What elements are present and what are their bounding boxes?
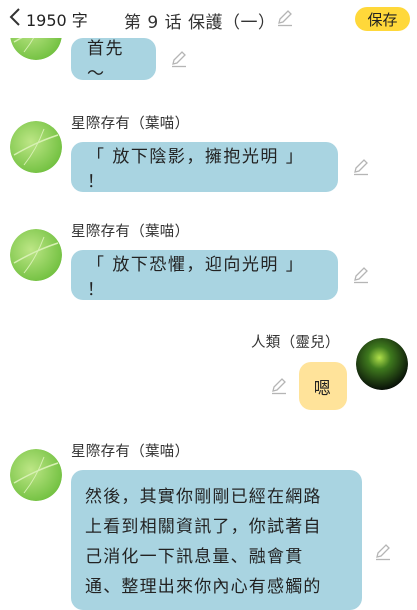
top-bar: 1950 字 第 9 话 保護（一） 保存 [0,0,417,38]
message-bubble[interactable]: 然後，其實你剛剛已經在網路 上看到相關資訊了，你試著自 己消化一下訊息量、融會貫… [71,470,362,610]
pencil-icon[interactable] [374,543,392,561]
message-line: 然後，其實你剛剛已經在網路 [85,487,322,507]
message-text: 「 放下恐懼，迎向光明 」 ！ [87,255,305,300]
save-button[interactable]: 保存 [355,7,410,31]
sender-name: 星際存有（葉喵） [71,444,190,460]
sender-name: 星際存有（葉喵） [71,116,190,132]
pencil-icon[interactable] [270,377,288,395]
chapter-title[interactable]: 第 9 话 保護（一） [124,8,276,33]
avatar[interactable] [10,449,62,501]
message-bubble[interactable]: 嗯 [299,362,347,410]
message-text: 嗯 [313,378,333,399]
chevron-left-icon [8,7,22,31]
word-count: 1950 字 [26,11,88,30]
message-line: 上看到相關資訊了，你試著自 [85,517,322,537]
sender-name: 星際存有（葉喵） [71,224,190,240]
message-text: 首先～ [87,39,124,84]
message-line: 己消化一下訊息量、融會貫 [85,547,304,567]
message-bubble[interactable]: 「 放下恐懼，迎向光明 」 ！ [71,250,338,300]
pencil-icon[interactable] [276,9,294,27]
pencil-icon[interactable] [352,266,370,284]
message-bubble[interactable]: 「 放下陰影，擁抱光明 」 ！ [71,142,338,192]
avatar[interactable] [10,121,62,173]
avatar[interactable] [356,338,408,390]
back-button[interactable]: 1950 字 [8,7,88,31]
pencil-icon[interactable] [170,50,188,68]
sender-name: 人類（靈兒） [251,335,340,351]
message-line: 通、整理出來你內心有感觸的 [85,577,322,597]
avatar[interactable] [10,229,62,281]
message-bubble[interactable]: 首先～ [71,38,156,84]
pencil-icon[interactable] [352,158,370,176]
message-text: 「 放下陰影，擁抱光明 」 ！ [87,147,305,192]
